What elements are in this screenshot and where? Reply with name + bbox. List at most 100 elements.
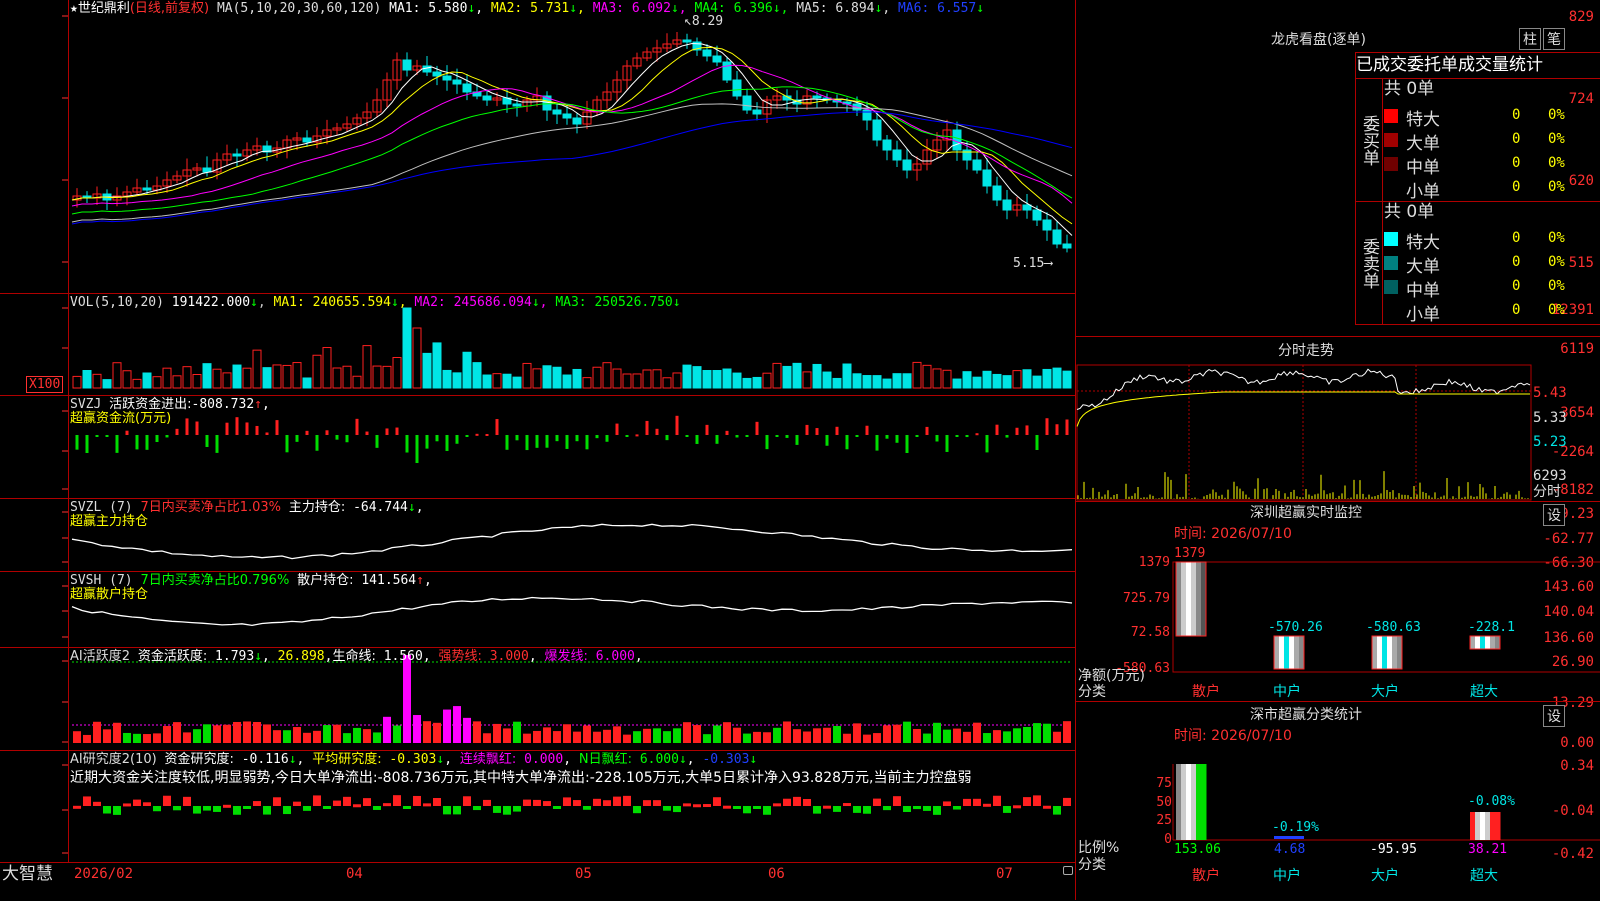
research-bar [843,803,851,807]
research-bar [153,806,161,812]
sell-total: 共 0单 [1384,202,1435,222]
activity-bar [323,725,331,743]
fund-flow-bar [355,418,359,435]
research-bar [373,806,381,810]
activity-bar [113,722,121,743]
cls-val-large: -95.95 [1370,842,1417,857]
fund-flow-bar [665,435,669,441]
bar-mode-button[interactable]: 柱 [1519,28,1541,50]
research-bar [613,796,621,806]
intraday-panel[interactable]: 分时走势 5.43 5.33 5.23 6293 分时 [1076,336,1600,502]
activity-bar [213,725,221,743]
volume-bar [82,370,92,389]
volume-bar [352,375,362,389]
research-bar [653,800,661,806]
volume-bar [582,377,592,389]
volume-bar [372,365,382,389]
activity-bar [313,730,321,743]
research-bar [1033,795,1041,806]
buy-swatch [1384,181,1398,195]
research-bar [353,804,361,808]
fund-flow-bar [495,419,499,435]
volume-bar [562,374,572,389]
tab-orders[interactable]: 委托单 [1407,55,1458,75]
vol-unit-badge[interactable]: X100 [26,376,64,393]
activity-bar [943,729,951,743]
research-bar [493,806,501,813]
buy-row-pct: 0% [1548,179,1565,195]
candle-body [872,119,882,141]
adjust-mode[interactable]: (日线,前复权) [130,1,209,16]
candle-body [562,113,572,119]
fund-flow-bar [905,435,909,453]
volume-bar [592,366,602,389]
fund-flow-bar [265,432,269,435]
ma2-label: MA2: 5.731↓, [490,1,585,16]
sell-swatch [1384,280,1398,294]
activity-bar [453,706,461,743]
activity-bar [633,731,641,743]
volume-bar [1002,375,1012,389]
activity-bar [613,726,621,743]
candle-body [1032,209,1042,221]
buy-row-pct: 0% [1548,155,1565,171]
activity-bar [553,731,561,743]
activity-bar [133,733,141,743]
buy-row-label: 大单 [1406,134,1440,154]
volume-bar [602,362,612,389]
volume-bar [702,370,712,389]
candle-body [992,185,1002,201]
price-header: ★世纪鼎利(日线,前复权) MA(5,10,20,30,60,120) MA1:… [70,1,984,17]
buy-row-count: 0 [1512,107,1521,123]
sz-classify-panel: 深市超赢分类统计 设 时间: 2026/07/10 75 50 25 0 -0.… [1076,701,1600,901]
activity-bar [143,734,151,743]
activity-bar [1033,723,1041,743]
fund-flow-bar [985,435,989,453]
candle-body [1002,199,1012,211]
tick-mode-button[interactable]: 笔 [1543,28,1565,50]
fund-flow-bar [1005,435,1009,438]
activity-bar [733,727,741,743]
research-bar [513,806,521,812]
volume-bar [172,375,182,389]
fund-flow-bar [415,435,419,464]
volume-bar [952,378,962,389]
activity-bar [853,723,861,743]
candle-body [512,103,522,107]
ma5-label: MA5: 6.894↓, [796,1,891,16]
fund-flow-bar [955,435,959,437]
volume-bar [462,351,472,389]
ai1-header: AI活跃度2 资金活跃度: 1.793↓, 26.898,生命线: 1.560,… [70,649,643,664]
buy-swatch [1384,133,1398,147]
cls-cat-large: 大户 [1371,868,1399,884]
tab-filled[interactable]: 已成交 [1356,55,1407,75]
favorite-star-icon[interactable]: ★ [70,1,78,16]
research-bar [503,806,511,815]
intraday-ytick-3: 5.23 [1533,434,1567,450]
fund-flow-bar [85,435,89,453]
research-bar [413,795,421,806]
sell-row-pct: 0% [1548,278,1565,294]
research-bar [973,798,981,806]
lock-icon[interactable] [1063,866,1073,875]
volume-bars [72,307,1072,389]
buy-total: 共 0单 [1384,79,1435,99]
activity-bar [1003,731,1011,743]
volume-bar [282,364,292,389]
volume-bar [472,362,482,389]
candle-body [982,169,992,187]
fund-flow-bar [545,435,549,448]
intraday-ytick-1: 5.43 [1533,385,1567,401]
tab-stats[interactable]: 统计 [1509,55,1543,75]
cls-val-super: 38.21 [1468,842,1508,857]
research-bar [623,795,631,806]
activity-bar [893,724,901,743]
ma-line [71,42,1073,236]
moving-average-lines [71,42,1073,236]
sz-bar-large [1371,635,1403,670]
research-bar [543,801,551,806]
tab-volume[interactable]: 成交量 [1458,55,1509,75]
fund-flow-bar [895,435,899,443]
activity-bar [223,724,231,743]
activity-bar [653,728,661,743]
